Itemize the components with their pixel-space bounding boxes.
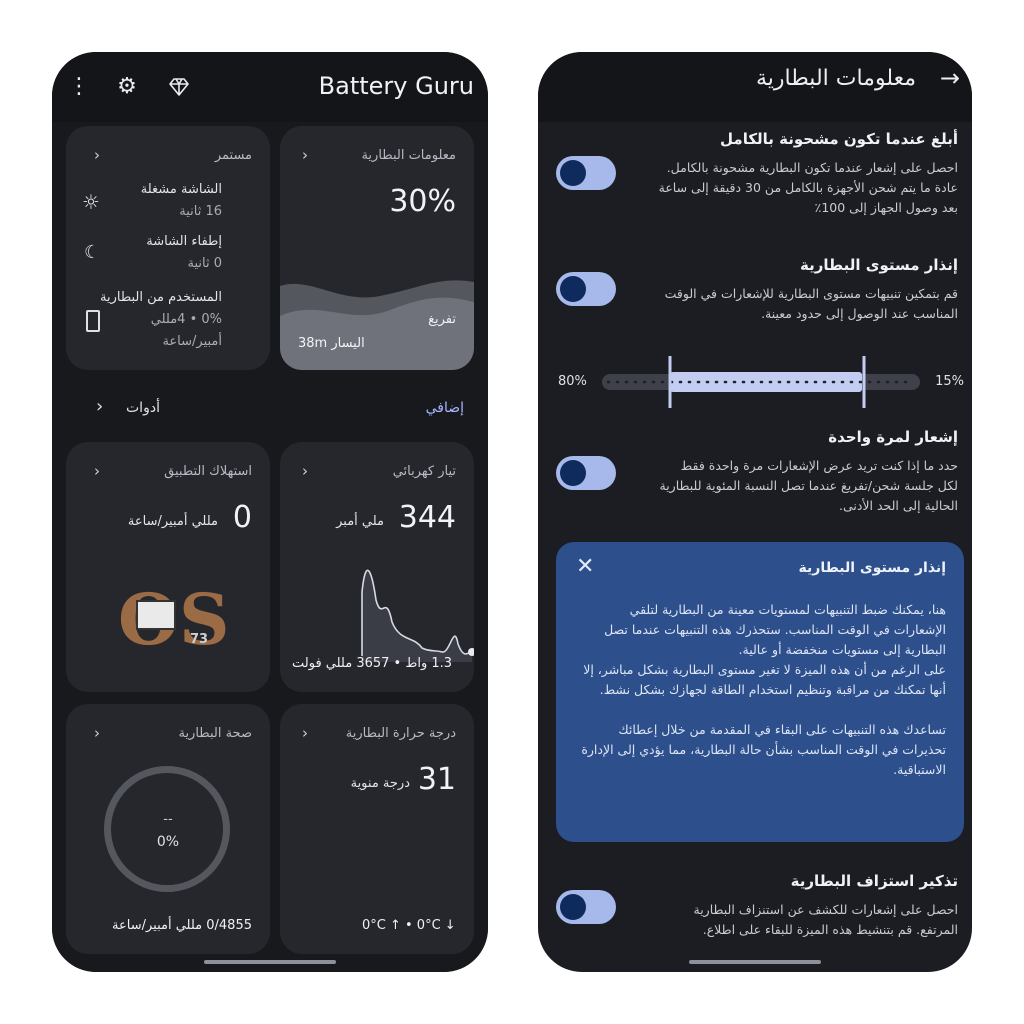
sun-icon: ☼ xyxy=(82,190,100,214)
page-title: معلومات البطارية xyxy=(756,66,916,91)
gear-icon[interactable]: ⚙ xyxy=(112,72,142,102)
battery-alarm-toggle[interactable] xyxy=(556,272,616,306)
extra-link[interactable]: إضافي xyxy=(426,400,464,416)
app-bar: ⋮ ⚙ Battery Guru xyxy=(52,52,488,122)
battery-remaining: اليسار 38m xyxy=(298,336,365,351)
card-title: تيار كهربائي xyxy=(392,464,456,479)
chevron-right-icon: › xyxy=(302,146,308,164)
card-title: درجة حرارة البطارية xyxy=(345,726,456,741)
home-indicator[interactable] xyxy=(689,960,821,964)
one-time-title: إشعار لمرة واحدة xyxy=(828,428,958,446)
info-box: ✕ إنذار مستوى البطارية هنا، يمكنك ضبط ال… xyxy=(556,542,964,842)
back-arrow-icon[interactable]: → xyxy=(940,64,960,92)
card-title: مستمر xyxy=(214,148,252,163)
health-footer: 0/4855 مللي أمبير/ساعة xyxy=(112,918,252,933)
info-text: هنا، يمكنك ضبط التنبيهات لمستويات معينة … xyxy=(581,602,946,777)
screen-off-value: 0 ثانية xyxy=(187,256,222,271)
health-percent: 0% xyxy=(156,834,180,850)
battery-charging-icon xyxy=(86,310,100,332)
toggle-knob xyxy=(560,160,586,186)
current-unit: ملي أمبر xyxy=(336,514,384,529)
health-ring xyxy=(104,766,230,892)
toggle-knob xyxy=(560,276,586,302)
current-value: 344 xyxy=(398,500,456,535)
app-usage-value: 0 xyxy=(232,500,252,535)
app-bar: → معلومات البطارية xyxy=(538,52,972,122)
one-time-toggle[interactable] xyxy=(556,456,616,490)
drain-reminder-desc: احصل على إشعارات للكشف عن استنزاف البطار… xyxy=(693,902,959,937)
temperature-footer: 0°C ↑ • 0°C ↓ xyxy=(362,918,456,933)
full-charge-toggle[interactable] xyxy=(556,156,616,190)
battery-used-label: المستخدم من البطارية xyxy=(100,290,222,305)
drain-reminder-title: تذكير استزاف البطارية xyxy=(790,872,958,890)
full-charge-title: أبلغ عندما تكون مشحونة بالكامل xyxy=(720,130,958,148)
current-chart xyxy=(361,569,474,662)
temperature-value: 31 xyxy=(417,762,456,797)
close-icon[interactable]: ✕ xyxy=(576,554,594,579)
battery-health-card[interactable]: صحة البطارية › -- 0% 0/4855 مللي أمبير/س… xyxy=(66,704,270,954)
drain-reminder-toggle[interactable] xyxy=(556,890,616,924)
battery-used-unit: أمبير/ساعة xyxy=(162,334,222,349)
range-low-label: 15% xyxy=(935,374,964,389)
battery-state: تفريغ xyxy=(428,312,456,327)
toggle-knob xyxy=(560,460,586,486)
battery-used-value: 0% • 4مللي xyxy=(150,312,222,327)
toggle-knob xyxy=(560,894,586,920)
tools-label[interactable]: أدوات xyxy=(126,400,160,416)
chevron-right-icon: › xyxy=(94,146,100,164)
one-time-desc: حدد ما إذا كنت تريد عرض الإشعارات مرة وا… xyxy=(659,458,959,513)
monitor-icon xyxy=(136,600,176,630)
chevron-right-icon[interactable]: › xyxy=(96,396,103,417)
info-title: إنذار مستوى البطارية xyxy=(798,560,946,576)
app-usage-unit: مللي أمبير/ساعة xyxy=(127,514,218,529)
range-high-label: 80% xyxy=(558,374,587,389)
app-usage-card[interactable]: استهلاك التطبيق › 0 مللي أمبير/ساعة OS 7… xyxy=(66,442,270,692)
temperature-card[interactable]: درجة حرارة البطارية › 31 درجة منوية 0°C … xyxy=(280,704,474,954)
app-title: Battery Guru xyxy=(318,72,474,100)
phone-left: ⋮ ⚙ Battery Guru معلومات البطارية › 30% … xyxy=(52,52,488,972)
battery-percent: 30% xyxy=(389,184,456,219)
card-title: صحة البطارية xyxy=(178,726,252,741)
battery-range-slider[interactable] xyxy=(602,352,920,412)
home-indicator[interactable] xyxy=(204,960,336,964)
current-card[interactable]: تيار كهربائي › 344 ملي أمبر 1.3 واط • 36… xyxy=(280,442,474,692)
chevron-right-icon: › xyxy=(302,724,308,742)
moon-icon: ☾ xyxy=(84,242,101,263)
os73-logo: OS 73 xyxy=(118,580,238,660)
more-menu-icon[interactable]: ⋮ xyxy=(64,72,94,102)
card-title: معلومات البطارية xyxy=(361,148,456,163)
health-dash: -- xyxy=(163,812,173,827)
battery-alarm-desc: قم بتمكين تنبيهات مستوى البطارية للإشعار… xyxy=(664,286,958,321)
screen-off-label: إطفاء الشاشة xyxy=(146,234,222,249)
screen-on-value: 16 ثانية xyxy=(179,204,222,219)
diamond-icon[interactable] xyxy=(164,72,194,102)
card-title: استهلاك التطبيق xyxy=(164,464,252,479)
chevron-right-icon: › xyxy=(94,724,100,742)
ongoing-card[interactable]: مستمر › الشاشة مشغلة 16 ثانية ☼ إطفاء ال… xyxy=(66,126,270,370)
temperature-unit: درجة منوية xyxy=(350,776,410,791)
chevron-right-icon: › xyxy=(94,462,100,480)
battery-alarm-title: إنذار مستوى البطارية xyxy=(800,256,958,274)
phone-right: → معلومات البطارية أبلغ عندما تكون مشحون… xyxy=(538,52,972,972)
battery-info-card[interactable]: معلومات البطارية › 30% تفريغ اليسار 38m xyxy=(280,126,474,370)
current-footer: 1.3 واط • 3657 مللي فولت xyxy=(292,656,453,671)
screen-on-label: الشاشة مشغلة xyxy=(140,182,222,197)
chevron-right-icon: › xyxy=(302,462,308,480)
full-charge-desc: احصل على إشعار عندما تكون البطارية مشحون… xyxy=(658,160,958,215)
